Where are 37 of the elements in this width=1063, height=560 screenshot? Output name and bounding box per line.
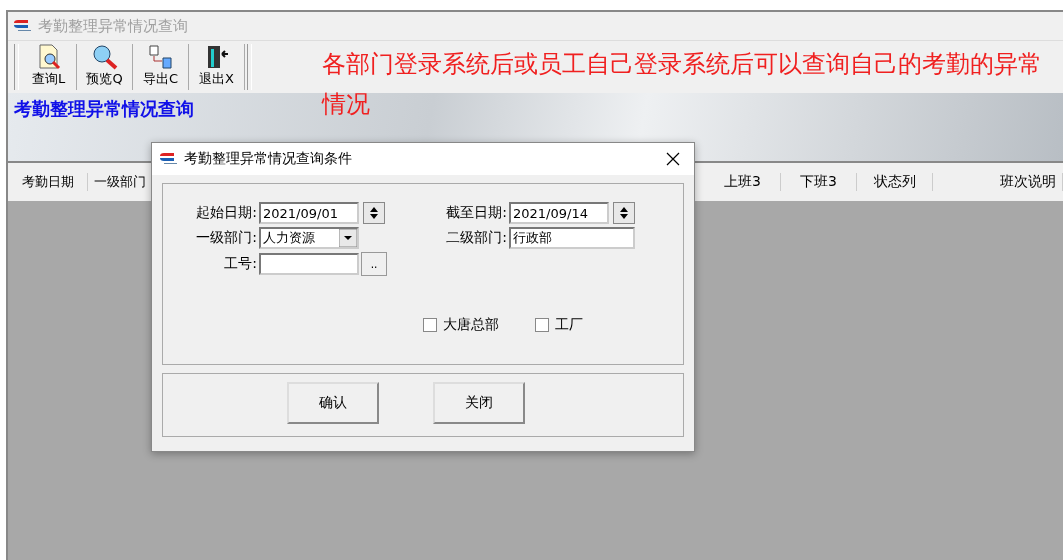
close-icon bbox=[666, 152, 680, 166]
banner-title: 考勤整理异常情况查询 bbox=[14, 97, 194, 121]
date-field[interactable]: 2021/09/14 bbox=[509, 202, 609, 224]
field-label: 起始日期: bbox=[195, 204, 258, 222]
dialog-button[interactable]: 确认 bbox=[287, 382, 379, 424]
column-header: 状态列 bbox=[857, 173, 933, 191]
column-header: 下班3 bbox=[781, 173, 857, 191]
checkbox-label: 大唐总部 bbox=[443, 316, 499, 334]
document-search-icon bbox=[36, 44, 61, 70]
spin-button[interactable] bbox=[363, 202, 385, 224]
spin-button[interactable] bbox=[613, 202, 635, 224]
field-label: 二级部门: bbox=[445, 229, 508, 247]
dialog-title: 考勤整理异常情况查询条件 bbox=[184, 150, 353, 168]
magnifier-icon bbox=[90, 44, 119, 70]
browse-button[interactable]: .. bbox=[361, 252, 387, 276]
input-field[interactable]: 行政部 bbox=[509, 227, 635, 249]
date-field[interactable]: 2021/09/01 bbox=[259, 202, 359, 224]
field-label: 一级部门: bbox=[195, 229, 258, 247]
column-header: 考勤日期 bbox=[8, 173, 88, 191]
up-down-arrows-icon bbox=[369, 206, 379, 220]
dialog-button[interactable]: 关闭 bbox=[433, 382, 525, 424]
column-header: 班次说明 bbox=[933, 173, 1063, 191]
file-transfer-icon bbox=[147, 44, 174, 70]
field-label: 工号: bbox=[223, 255, 258, 273]
app-logo-icon bbox=[12, 19, 32, 33]
annotation-text: 各部门登录系统后或员工自己登录系统后可以查询自己的考勤的异常情况 bbox=[322, 49, 1043, 120]
checkbox-label: 工厂 bbox=[555, 316, 583, 334]
checkbox[interactable]: 工厂 bbox=[535, 316, 583, 334]
dropdown[interactable]: 人力资源 bbox=[259, 227, 359, 249]
up-down-arrows-icon bbox=[619, 206, 629, 220]
input-field[interactable] bbox=[259, 253, 359, 275]
app-logo-icon bbox=[158, 152, 178, 166]
dropdown-arrow-icon[interactable] bbox=[339, 229, 357, 247]
column-header: 上班3 bbox=[705, 173, 781, 191]
field-label: 截至日期: bbox=[445, 204, 508, 222]
window-title: 考勤整理异常情况查询 bbox=[38, 16, 188, 36]
checkbox[interactable]: 大唐总部 bbox=[423, 316, 499, 334]
